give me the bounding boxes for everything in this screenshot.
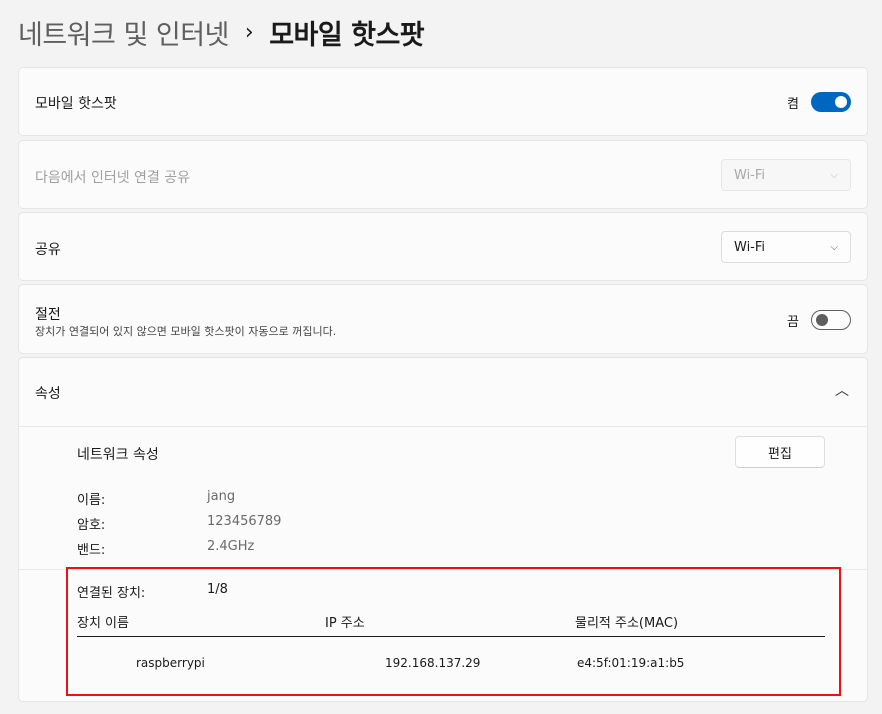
share-over-select[interactable]: Wi-Fi ⌵	[721, 231, 851, 263]
band-label: 밴드:	[77, 543, 106, 558]
password-label: 암호:	[77, 518, 106, 533]
name-label: 이름:	[77, 493, 106, 508]
page-title: 모바일 핫스팟	[269, 19, 425, 51]
breadcrumb-separator-icon: ›	[244, 19, 254, 45]
breadcrumb-parent[interactable]: 네트워크 및 인터넷	[18, 13, 229, 52]
chevron-down-icon: ⌵	[830, 241, 838, 253]
column-ip-address: IP 주소	[325, 616, 365, 631]
share-over-card: 공유 Wi-Fi ⌵	[18, 212, 868, 281]
column-mac-address: 물리적 주소(MAC)	[575, 616, 679, 631]
share-from-select[interactable]: Wi-Fi ⌵	[721, 159, 851, 191]
power-saving-description: 장치가 연결되어 있지 않으면 모바일 핫스팟이 자동으로 꺼집니다.	[35, 325, 337, 338]
hotspot-state-label: 켬	[787, 96, 799, 112]
share-from-value: Wi-Fi	[734, 167, 766, 183]
device-mac-cell: e4:5f:01:19:a1:b5	[577, 656, 685, 670]
share-from-card: 다음에서 인터넷 연결 공유 Wi-Fi ⌵	[18, 140, 868, 209]
table-header-divider	[77, 636, 825, 637]
chevron-down-icon: ⌵	[830, 169, 838, 181]
hotspot-toggle-group: 켬	[787, 92, 851, 112]
power-saving-card: 절전 장치가 연결되어 있지 않으면 모바일 핫스팟이 자동으로 꺼집니다. 끔	[18, 284, 868, 354]
share-over-label: 공유	[35, 242, 61, 258]
share-from-label: 다음에서 인터넷 연결 공유	[35, 170, 191, 186]
hotspot-toggle[interactable]	[811, 92, 851, 112]
properties-label: 속성	[35, 386, 61, 402]
device-name-cell: raspberrypi	[136, 656, 205, 670]
breadcrumb: 네트워크 및 인터넷 › 모바일 핫스팟	[18, 10, 425, 54]
power-saving-state-label: 끔	[787, 314, 799, 330]
connected-devices-label: 연결된 장치:	[77, 586, 146, 601]
hotspot-card: 모바일 핫스팟 켬	[18, 67, 868, 136]
hotspot-label: 모바일 핫스팟	[35, 96, 117, 112]
properties-header[interactable]: 속성 ︿	[19, 358, 867, 426]
share-over-value: Wi-Fi	[734, 239, 766, 255]
power-saving-toggle[interactable]	[811, 310, 851, 330]
network-properties-label: 네트워크 속성	[77, 447, 159, 463]
power-saving-toggle-group: 끔	[787, 310, 851, 330]
properties-divider	[19, 569, 867, 570]
power-saving-label: 절전	[35, 307, 61, 323]
password-value: 123456789	[207, 514, 282, 529]
device-ip-cell: 192.168.137.29	[385, 656, 481, 670]
band-value: 2.4GHz	[207, 539, 255, 554]
edit-button[interactable]: 편집	[735, 436, 825, 468]
name-value: jang	[207, 489, 236, 504]
properties-header-divider	[19, 426, 867, 427]
connected-devices-count: 1/8	[207, 582, 228, 597]
properties-card: 속성 ︿ 네트워크 속성 편집 이름: jang 암호: 123456789 밴…	[18, 357, 868, 702]
chevron-up-icon[interactable]: ︿	[835, 380, 849, 400]
column-device-name: 장치 이름	[77, 616, 129, 631]
